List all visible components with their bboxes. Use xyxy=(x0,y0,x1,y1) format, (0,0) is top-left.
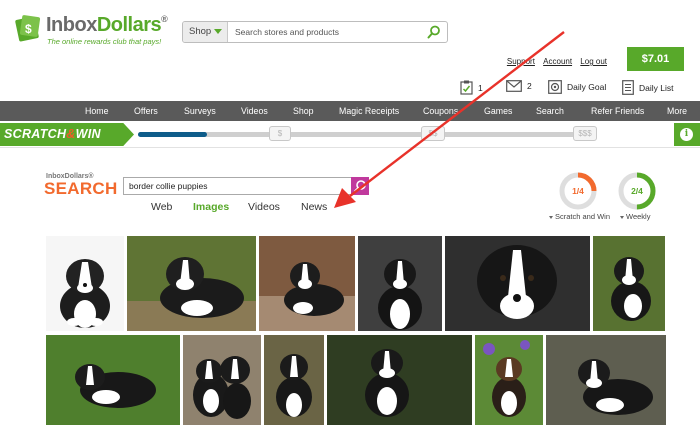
tasks-stat[interactable]: 1 xyxy=(460,80,483,95)
tab-images[interactable]: Images xyxy=(193,201,229,213)
gauge-value: 2/4 xyxy=(631,186,643,196)
image-result[interactable] xyxy=(46,335,180,425)
tab-web[interactable]: Web xyxy=(151,201,172,213)
search-icon xyxy=(354,180,366,192)
scratch-progress-fill xyxy=(138,132,207,137)
clipboard-check-icon xyxy=(460,80,473,95)
daily-goal-stat[interactable]: Daily Goal xyxy=(548,80,606,94)
image-result[interactable] xyxy=(46,236,124,331)
logout-link[interactable]: Log out xyxy=(580,57,607,66)
main-nav: Home Offers Surveys Videos Shop Magic Re… xyxy=(0,101,700,121)
nav-magic-receipts[interactable]: Magic Receipts xyxy=(339,101,399,121)
search-logo-word: SEARCH xyxy=(44,179,118,198)
nav-shop[interactable]: Shop xyxy=(293,101,314,121)
gauge-value: 1/4 xyxy=(572,186,584,196)
inboxdollars-search-logo[interactable]: InboxDollars® SEARCH xyxy=(44,173,124,203)
inboxdollars-logo[interactable]: $ InboxDollars® The online rewards club … xyxy=(14,10,168,50)
image-result[interactable] xyxy=(445,236,590,331)
caret-down-icon xyxy=(549,215,553,219)
puppy-photo xyxy=(546,335,666,425)
logo-tagline: The online rewards club that pays! xyxy=(47,37,162,46)
image-result[interactable] xyxy=(183,335,261,425)
daily-list-icon xyxy=(622,80,634,95)
scratch-info-button[interactable]: i xyxy=(674,123,700,146)
svg-text:$: $ xyxy=(25,22,32,36)
caret-down-icon xyxy=(620,215,624,219)
reward-marker-1: $ xyxy=(269,126,291,141)
nav-offers[interactable]: Offers xyxy=(134,101,158,121)
reward-marker-3: $$$ xyxy=(573,126,597,141)
nav-videos[interactable]: Videos xyxy=(241,101,268,121)
daily-goal-label: Daily Goal xyxy=(567,82,607,92)
image-result[interactable] xyxy=(546,335,666,425)
nav-search[interactable]: Search xyxy=(536,101,564,121)
scratch-and-win-gauge[interactable]: 1/4 xyxy=(558,171,598,211)
web-search-button[interactable] xyxy=(351,177,369,195)
daily-list-stat[interactable]: Daily List xyxy=(622,80,673,95)
search-icon[interactable] xyxy=(427,25,441,39)
puppy-photo xyxy=(264,335,324,425)
puppy-photo xyxy=(183,335,261,425)
chevron-down-icon xyxy=(214,28,223,34)
cash-stack-icon: $ xyxy=(15,15,41,42)
weekly-gauge[interactable]: 2/4 xyxy=(617,171,657,211)
support-link[interactable]: Support xyxy=(507,57,535,66)
image-result[interactable] xyxy=(358,236,442,331)
account-links: Support Account Log out xyxy=(501,57,607,66)
puppy-photo xyxy=(327,335,472,425)
image-result[interactable] xyxy=(593,236,665,331)
store-search-bar: Shop xyxy=(182,21,448,43)
nav-refer-friends[interactable]: Refer Friends xyxy=(591,101,644,121)
puppy-photo xyxy=(475,335,543,425)
tab-videos[interactable]: Videos xyxy=(248,201,280,213)
image-result[interactable] xyxy=(127,236,256,331)
daily-list-label: Daily List xyxy=(639,82,674,93)
image-result[interactable] xyxy=(475,335,543,425)
web-search-box xyxy=(123,177,369,195)
image-result[interactable] xyxy=(264,335,324,425)
envelope-icon xyxy=(506,80,522,92)
account-balance-button[interactable]: $7.01 xyxy=(627,47,684,71)
shop-category-select[interactable]: Shop xyxy=(183,22,228,42)
image-result[interactable] xyxy=(327,335,472,425)
daily-goal-icon xyxy=(548,80,562,94)
puppy-photo xyxy=(259,236,355,331)
nav-surveys[interactable]: Surveys xyxy=(184,101,216,121)
account-link[interactable]: Account xyxy=(543,57,572,66)
nav-games[interactable]: Games xyxy=(484,101,512,121)
logo-wordmark: InboxDollars® xyxy=(46,14,168,36)
image-result[interactable] xyxy=(259,236,355,331)
messages-stat[interactable]: 2 xyxy=(506,80,532,92)
web-search-input[interactable] xyxy=(124,178,350,194)
puppy-photo xyxy=(127,236,256,331)
scratch-and-win-badge[interactable]: SCRATCH&WIN xyxy=(0,123,134,146)
scratch-and-win-goal-dropdown[interactable]: Scratch and Win xyxy=(549,212,610,221)
nav-more[interactable]: More xyxy=(667,101,687,121)
info-icon: i xyxy=(680,128,693,141)
scratch-and-win-title: SCRATCH&WIN xyxy=(4,127,101,141)
puppy-photo xyxy=(445,236,590,331)
puppy-photo xyxy=(593,236,665,331)
tasks-count: 1 xyxy=(478,82,483,93)
weekly-goal-dropdown[interactable]: Weekly xyxy=(620,212,650,221)
nav-home[interactable]: Home xyxy=(85,101,108,121)
puppy-photo xyxy=(358,236,442,331)
scratch-and-win-bar: SCRATCH&WIN $ $$ $$$ i xyxy=(0,121,700,148)
store-search-input[interactable] xyxy=(229,22,419,42)
nav-coupons[interactable]: Coupons xyxy=(423,101,458,121)
reward-marker-2: $$ xyxy=(421,126,445,141)
puppy-photo xyxy=(46,335,180,425)
tab-news[interactable]: News xyxy=(301,201,327,213)
puppy-photo xyxy=(60,259,110,328)
scratch-progress-track xyxy=(138,132,596,137)
messages-count: 2 xyxy=(527,81,532,91)
